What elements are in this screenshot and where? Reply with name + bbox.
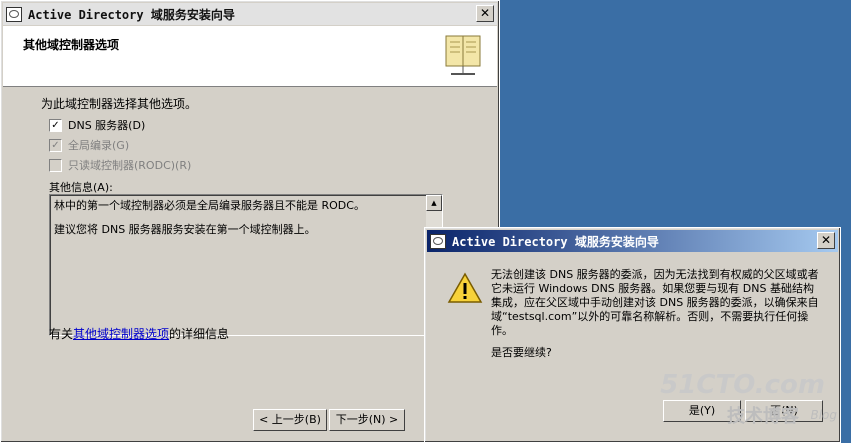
info-label: 其他信息(A): (49, 181, 113, 194)
watermark-cn: 技术博客 (727, 406, 799, 427)
rodc-label: 只读域控制器(RODC)(R) (68, 159, 192, 172)
dialog-close-button[interactable]: ✕ (817, 232, 835, 249)
wizard-title-bar[interactable]: Active Directory 域服务安装向导 ✕ (3, 3, 497, 25)
back-button[interactable]: < 上一步(B) (253, 409, 327, 431)
wizard-title: Active Directory 域服务安装向导 (28, 7, 235, 22)
option-rodc: 只读域控制器(RODC)(R) (49, 157, 191, 173)
dialog-question: 是否要继续? (491, 346, 552, 359)
option-global-catalog: ✓ 全局编录(G) (49, 137, 129, 153)
window-app-icon (430, 233, 446, 249)
next-button[interactable]: 下一步(N) > (329, 409, 405, 431)
dns-checkbox[interactable]: ✓ (49, 118, 62, 132)
scroll-up-icon[interactable]: ▲ (426, 195, 442, 211)
dialog-title-bar[interactable]: Active Directory 域服务安装向导 ✕ (427, 230, 838, 252)
site-watermark: 51CTO.com 技术博客 Blog (660, 370, 841, 430)
global-catalog-checkbox: ✓ (49, 138, 62, 152)
dialog-message: 无法创建该 DNS 服务器的委派，因为无法找到有权威的父区域或者它未运行 Win… (491, 268, 821, 338)
detail-suffix: 的详细信息 (169, 327, 230, 341)
watermark-blog: Blog (810, 408, 837, 422)
detail-link[interactable]: 其他域控制器选项 (73, 327, 169, 341)
warning-icon (447, 272, 483, 303)
dialog-message-text: 无法创建该 DNS 服务器的委派，因为无法找到有权威的父区域或者它未运行 Win… (491, 268, 819, 337)
wizard-close-button[interactable]: ✕ (476, 5, 494, 22)
page-title: 其他域控制器选项 (23, 38, 120, 52)
option-dns-server[interactable]: ✓ DNS 服务器(D) (49, 117, 145, 133)
window-app-icon (6, 6, 22, 22)
wizard-header: 其他域控制器选项 (3, 26, 497, 87)
options-prompt: 为此域控制器选择其他选项。 (41, 97, 198, 111)
rodc-checkbox (49, 158, 62, 172)
global-catalog-label: 全局编录(G) (68, 139, 130, 152)
watermark-site: 51CTO.com (660, 370, 825, 400)
detail-info: 有关其他域控制器选项的详细信息 (49, 325, 229, 342)
dns-label: DNS 服务器(D) (68, 119, 146, 132)
info-line-2: 建议您将 DNS 服务器服务安装在第一个域控制器上。 (54, 223, 316, 236)
info-line-1: 林中的第一个域控制器必须是全局编录服务器且不能是 RODC。 (54, 199, 365, 212)
dialog-title: Active Directory 域服务安装向导 (452, 234, 659, 249)
book-icon (445, 35, 481, 75)
detail-prefix: 有关 (49, 327, 74, 341)
info-textbox[interactable]: 林中的第一个域控制器必须是全局编录服务器且不能是 RODC。 建议您将 DNS … (49, 194, 443, 336)
